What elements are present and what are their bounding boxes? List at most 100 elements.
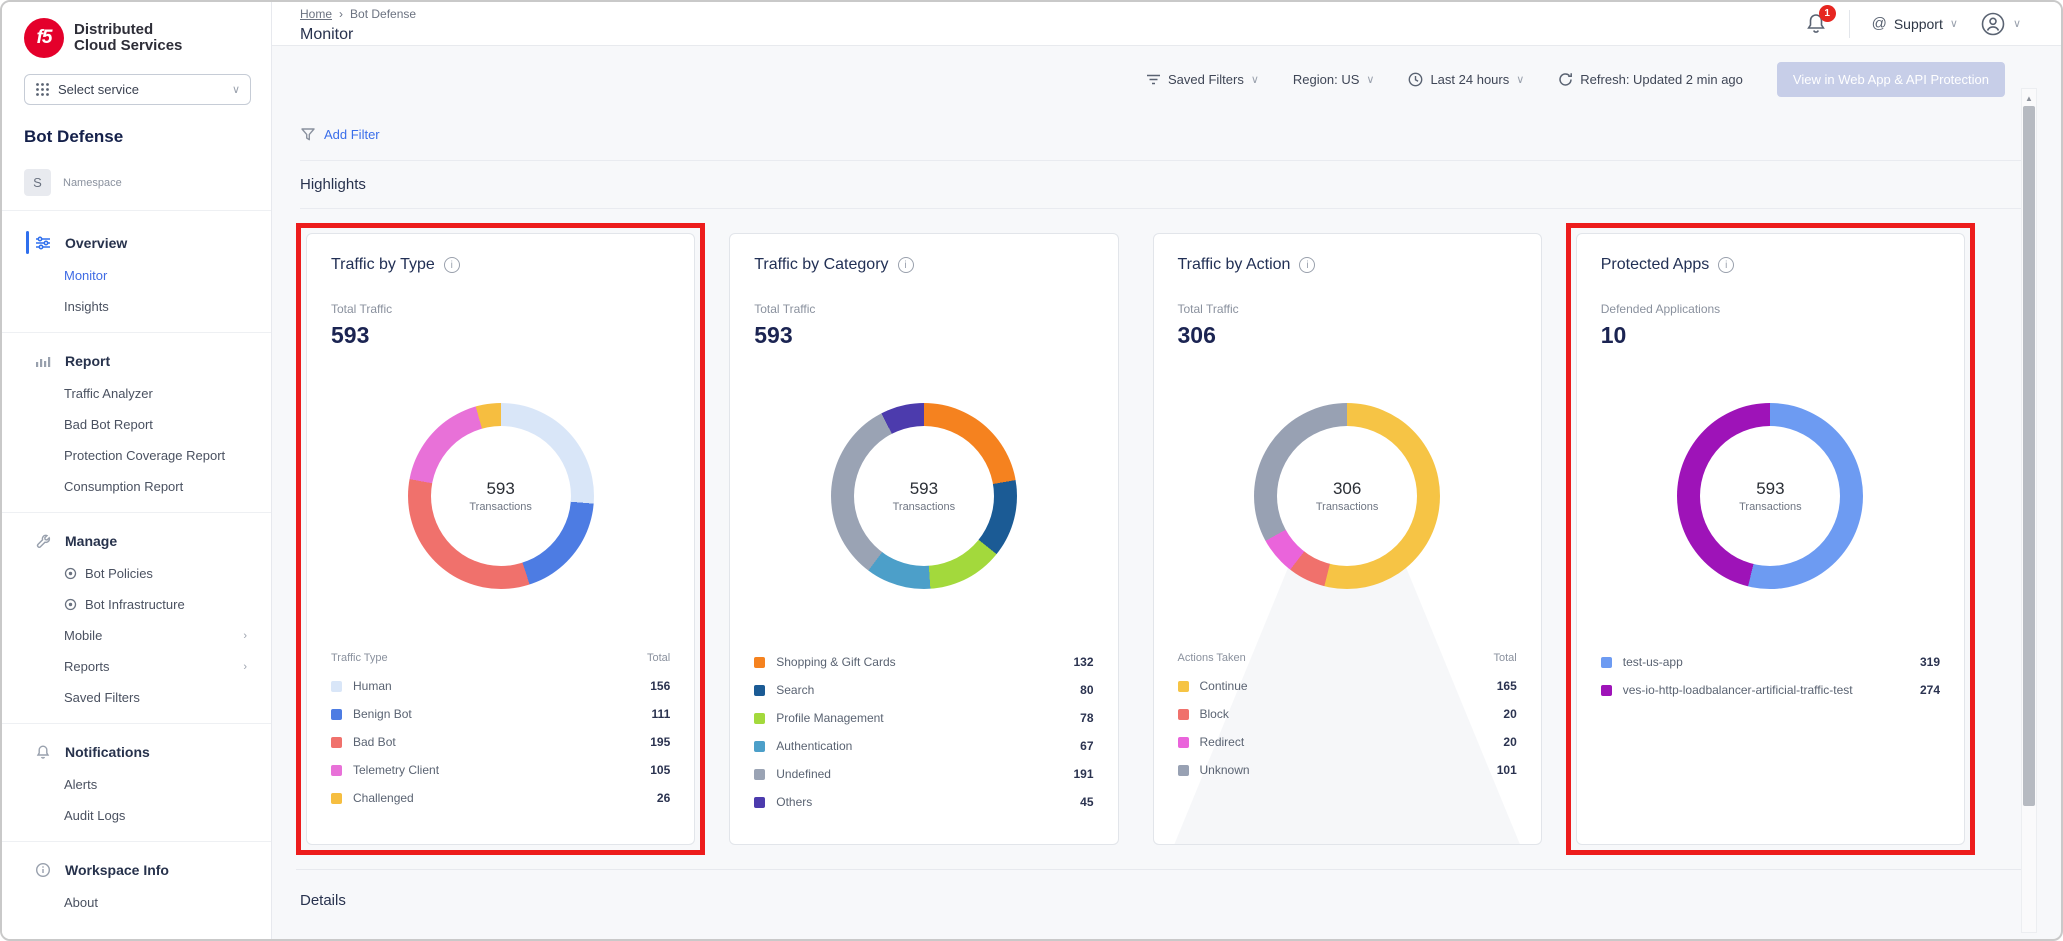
- brand-logo[interactable]: f5 Distributed Cloud Services: [2, 2, 271, 70]
- legend-label: ves-io-http-loadbalancer-artificial-traf…: [1623, 683, 1920, 697]
- legend-swatch: [1601, 657, 1612, 668]
- legend-value: 195: [650, 735, 670, 749]
- info-icon[interactable]: i: [1718, 257, 1734, 273]
- sidebar-item-saved-filters[interactable]: Saved Filters: [2, 682, 271, 713]
- sidebar-item-traffic-analyzer[interactable]: Traffic Analyzer: [2, 378, 271, 409]
- chevron-down-icon: ∨: [1366, 73, 1374, 86]
- refresh-button[interactable]: Refresh: Updated 2 min ago: [1558, 72, 1743, 87]
- legend-value: 45: [1080, 795, 1093, 809]
- vertical-scrollbar[interactable]: ▲: [2021, 88, 2037, 933]
- sidebar-item-bot-infrastructure[interactable]: Bot Infrastructure: [2, 589, 271, 620]
- legend-item[interactable]: Block20: [1178, 700, 1517, 728]
- legend-item[interactable]: Profile Management78: [754, 704, 1093, 732]
- filters-toolbar: Saved Filters ∨ Region: US ∨ Last 24 hou…: [272, 46, 2061, 97]
- legend-swatch: [1178, 765, 1189, 776]
- chart-legend: Shopping & Gift Cards132Search80Profile …: [754, 648, 1093, 826]
- legend-swatch: [754, 657, 765, 668]
- info-icon[interactable]: i: [444, 257, 460, 273]
- breadcrumb-home[interactable]: Home: [300, 7, 332, 21]
- sidebar-item-mobile[interactable]: Mobile›: [2, 620, 271, 651]
- legend-item[interactable]: ves-io-http-loadbalancer-artificial-traf…: [1601, 676, 1940, 704]
- divider: [1849, 10, 1850, 38]
- breadcrumb-separator: ›: [339, 7, 343, 21]
- legend-item[interactable]: Search80: [754, 676, 1093, 704]
- donut-center: 593 Transactions: [831, 403, 1017, 589]
- legend-swatch: [1178, 681, 1189, 692]
- highlights-cards: Traffic by Type i Total Traffic 593 593 …: [272, 209, 2061, 855]
- sidebar-item-protection-coverage-report[interactable]: Protection Coverage Report: [2, 440, 271, 471]
- legend-item[interactable]: test-us-app319: [1601, 648, 1940, 676]
- legend-value: 101: [1497, 763, 1517, 777]
- donut-chart-traffic-by-action[interactable]: 306 Transactions: [1254, 403, 1440, 589]
- legend-item[interactable]: Telemetry Client105: [331, 756, 670, 784]
- sidebar-item-audit-logs[interactable]: Audit Logs: [2, 800, 271, 831]
- info-icon[interactable]: i: [1299, 257, 1315, 273]
- legend-item[interactable]: Benign Bot111: [331, 700, 670, 728]
- sidebar-item-overview[interactable]: Overview: [2, 225, 271, 260]
- select-service-dropdown[interactable]: Select service ∨: [24, 74, 251, 105]
- legend-item[interactable]: Bad Bot195: [331, 728, 670, 756]
- view-in-waap-button[interactable]: View in Web App & API Protection: [1777, 62, 2005, 97]
- sidebar-item-notifications[interactable]: Notifications: [2, 734, 271, 769]
- sidebar-item-report[interactable]: Report: [2, 343, 271, 378]
- legend-item[interactable]: Authentication67: [754, 732, 1093, 760]
- wrench-icon: [34, 532, 51, 549]
- notifications-button[interactable]: 1: [1805, 12, 1827, 36]
- scrollbar-thumb[interactable]: [2023, 106, 2035, 806]
- info-icon[interactable]: i: [898, 257, 914, 273]
- account-menu[interactable]: ∨: [1980, 11, 2021, 37]
- legend-item[interactable]: Others45: [754, 788, 1093, 816]
- divider: [2, 332, 271, 333]
- legend-item[interactable]: Redirect20: [1178, 728, 1517, 756]
- grid-icon: [35, 82, 50, 97]
- namespace-selector[interactable]: S Namespace: [24, 169, 249, 196]
- legend-item[interactable]: Shopping & Gift Cards132: [754, 648, 1093, 676]
- chevron-down-icon: ∨: [232, 83, 240, 96]
- sidebar-item-consumption-report[interactable]: Consumption Report: [2, 471, 271, 502]
- legend-swatch: [331, 709, 342, 720]
- legend-value: 156: [650, 679, 670, 693]
- legend-item[interactable]: Continue165: [1178, 672, 1517, 700]
- sidebar-item-workspace-info[interactable]: Workspace Info: [2, 852, 271, 887]
- stat-value: 593: [754, 322, 1093, 349]
- eye-icon: [64, 598, 77, 611]
- saved-filters-dropdown[interactable]: Saved Filters ∨: [1146, 72, 1259, 87]
- time-range-dropdown[interactable]: Last 24 hours ∨: [1408, 72, 1524, 87]
- refresh-icon: [1558, 72, 1573, 87]
- legend-swatch: [331, 737, 342, 748]
- sidebar-item-insights[interactable]: Insights: [2, 291, 271, 322]
- bar-chart-icon: [34, 352, 51, 369]
- filter-lines-icon: [1146, 73, 1161, 86]
- sidebar-item-about[interactable]: About: [2, 887, 271, 918]
- app-window: f5 Distributed Cloud Services Select ser…: [0, 0, 2063, 941]
- stat-label: Total Traffic: [754, 302, 1093, 316]
- chevron-down-icon: ∨: [1516, 73, 1524, 86]
- scroll-up-icon[interactable]: ▲: [2025, 89, 2033, 106]
- sidebar-item-monitor[interactable]: Monitor: [2, 260, 271, 291]
- legend-label: Bad Bot: [353, 735, 650, 749]
- sidebar-item-bot-policies[interactable]: Bot Policies: [2, 558, 271, 589]
- donut-chart-protected-apps[interactable]: 593 Transactions: [1677, 403, 1863, 589]
- legend-item[interactable]: Challenged26: [331, 784, 670, 812]
- sidebar-item-alerts[interactable]: Alerts: [2, 769, 271, 800]
- legend-label: Unknown: [1200, 763, 1497, 777]
- eye-icon: [64, 567, 77, 580]
- notification-count-badge: 1: [1819, 5, 1836, 22]
- clock-icon: [1408, 72, 1423, 87]
- legend-total-header: Total: [647, 652, 670, 664]
- add-filter[interactable]: Add Filter: [300, 127, 2037, 161]
- sidebar: f5 Distributed Cloud Services Select ser…: [2, 2, 272, 939]
- sidebar-item-reports[interactable]: Reports›: [2, 651, 271, 682]
- support-menu[interactable]: @ Support ∨: [1872, 15, 1958, 32]
- region-dropdown[interactable]: Region: US ∨: [1293, 72, 1375, 87]
- legend-item[interactable]: Undefined191: [754, 760, 1093, 788]
- legend-value: 80: [1080, 683, 1093, 697]
- page-title: Monitor: [300, 26, 416, 44]
- sidebar-item-bad-bot-report[interactable]: Bad Bot Report: [2, 409, 271, 440]
- protected-apps-card: Protected Apps i Defended Applications 1…: [1576, 233, 1965, 845]
- legend-item[interactable]: Human156: [331, 672, 670, 700]
- sidebar-item-manage[interactable]: Manage: [2, 523, 271, 558]
- donut-chart-traffic-by-type[interactable]: 593 Transactions: [408, 403, 594, 589]
- donut-chart-traffic-by-category[interactable]: 593 Transactions: [831, 403, 1017, 589]
- legend-item[interactable]: Unknown101: [1178, 756, 1517, 784]
